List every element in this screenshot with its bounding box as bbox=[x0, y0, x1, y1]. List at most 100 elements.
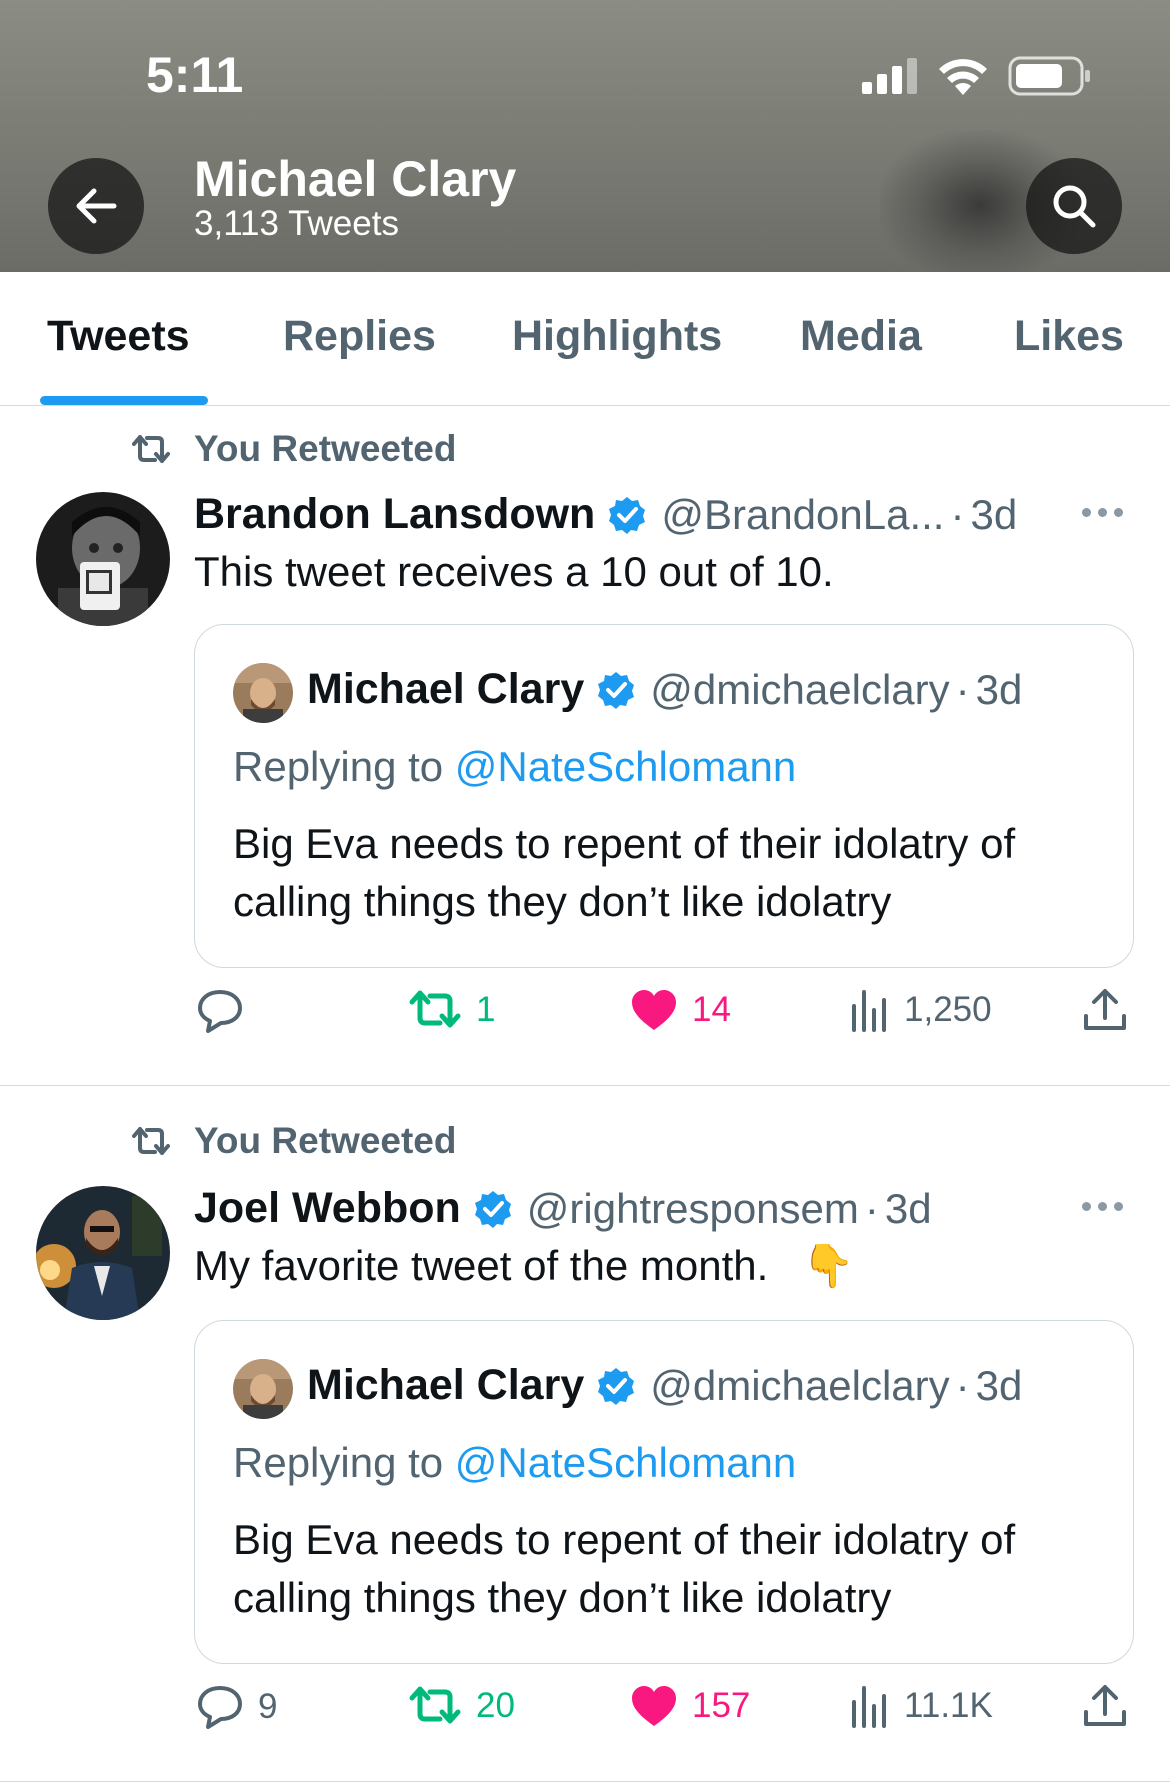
like-count: 157 bbox=[692, 1686, 751, 1725]
separator-dot: · bbox=[955, 1361, 970, 1409]
dot-icon bbox=[1098, 1202, 1107, 1211]
dot-icon bbox=[1114, 508, 1123, 517]
tweet-time[interactable]: 3d bbox=[885, 1185, 932, 1233]
replying-to-mention[interactable]: @NateSchlomann bbox=[455, 1439, 796, 1486]
tweet-item[interactable]: You Retweeted Joel Webbon @rightresponse… bbox=[0, 1102, 1170, 1782]
quoted-author-name: Michael Clary bbox=[307, 1361, 585, 1409]
active-tab-indicator bbox=[40, 396, 208, 405]
dot-icon bbox=[1114, 1202, 1123, 1211]
reply-icon bbox=[198, 990, 242, 1033]
verified-badge-icon bbox=[596, 670, 636, 710]
reply-button[interactable] bbox=[196, 988, 258, 1034]
like-button[interactable]: 14 bbox=[630, 988, 731, 1032]
tweet-text-body: My favorite tweet of the month. bbox=[194, 1242, 769, 1289]
author-name[interactable]: Joel Webbon bbox=[194, 1184, 461, 1233]
quoted-avatar bbox=[233, 1359, 293, 1419]
separator-dot: · bbox=[864, 1184, 879, 1232]
quoted-time: 3d bbox=[975, 665, 1023, 713]
pointing-down-emoji-icon: 👇 bbox=[801, 1242, 855, 1289]
quoted-author-name: Michael Clary bbox=[307, 665, 585, 713]
retweet-label: You Retweeted bbox=[194, 1120, 457, 1161]
separator-dot: · bbox=[950, 490, 965, 538]
tweet-count: 3,113 Tweets bbox=[194, 204, 399, 243]
like-button[interactable]: 157 bbox=[630, 1684, 750, 1728]
author-name[interactable]: Brandon Lansdown bbox=[194, 490, 595, 539]
share-icon bbox=[1084, 989, 1126, 1030]
retweet-count: 20 bbox=[476, 1686, 515, 1725]
more-options-button[interactable] bbox=[1082, 508, 1123, 517]
retweet-label: You Retweeted bbox=[194, 428, 457, 469]
tweet-text: This tweet receives a 10 out of 10. bbox=[194, 548, 834, 595]
search-icon bbox=[1053, 185, 1096, 228]
tweet-divider bbox=[0, 1781, 1170, 1782]
dot-icon bbox=[1082, 508, 1091, 517]
profile-name: Michael Clary bbox=[194, 151, 517, 207]
quoted-time: 3d bbox=[975, 1361, 1023, 1409]
separator-dot: · bbox=[955, 665, 970, 713]
quoted-text: Big Eva needs to repent of their idolatr… bbox=[233, 1516, 1016, 1621]
like-count: 14 bbox=[692, 990, 731, 1029]
quoted-handle: @dmichaelclary bbox=[650, 1361, 950, 1409]
reply-icon bbox=[198, 1686, 242, 1729]
search-button[interactable] bbox=[1026, 158, 1122, 254]
retweet-indicator: You Retweeted bbox=[130, 1120, 456, 1162]
arrow-left-icon bbox=[76, 188, 117, 224]
quoted-handle: @dmichaelclary bbox=[650, 665, 950, 713]
verified-badge-icon bbox=[607, 495, 647, 535]
more-options-button[interactable] bbox=[1082, 1202, 1123, 1211]
tab-replies[interactable]: Replies bbox=[283, 312, 436, 361]
author-handle[interactable]: @BrandonLa... bbox=[661, 491, 944, 539]
battery-icon bbox=[1008, 56, 1090, 96]
retweet-indicator: You Retweeted bbox=[130, 428, 456, 470]
retweet-icon bbox=[409, 1686, 461, 1724]
replying-to: Replying to @NateSchlomann bbox=[233, 1439, 796, 1487]
tweet-meta: Brandon Lansdown @BrandonLa... · 3d bbox=[194, 490, 1017, 539]
status-icons bbox=[862, 56, 1092, 96]
cellular-signal-icon bbox=[862, 58, 917, 94]
analytics-icon bbox=[852, 990, 886, 1032]
views-button[interactable]: 1,250 bbox=[850, 988, 992, 1032]
tweet-item[interactable]: You Retweeted Brandon Lansdown @BrandonL… bbox=[0, 406, 1170, 1086]
heart-icon bbox=[632, 1686, 676, 1726]
author-handle[interactable]: @rightresponsem bbox=[527, 1185, 859, 1233]
tweet-text: My favorite tweet of the month. 👇 bbox=[194, 1242, 854, 1291]
status-time: 5:11 bbox=[146, 47, 244, 103]
avatar[interactable] bbox=[36, 492, 170, 626]
profile-tabs: Tweets Replies Highlights Media Likes bbox=[0, 272, 1170, 406]
share-button[interactable] bbox=[1082, 988, 1128, 1034]
verified-badge-icon bbox=[596, 1366, 636, 1406]
replying-prefix: Replying to bbox=[233, 1439, 444, 1486]
share-button[interactable] bbox=[1082, 1684, 1128, 1730]
profile-header: 5:11 Michael Clary 3,113 Tweets bbox=[0, 0, 1170, 272]
tab-media[interactable]: Media bbox=[800, 312, 922, 361]
quoted-tweet[interactable]: Michael Clary @dmichaelclary · 3d Replyi… bbox=[194, 624, 1134, 968]
tweet-actions: 1 14 1,250 bbox=[0, 988, 1170, 1048]
replying-prefix: Replying to bbox=[233, 743, 444, 790]
retweet-count: 1 bbox=[476, 990, 496, 1029]
tweet-divider bbox=[0, 1085, 1170, 1086]
tab-likes[interactable]: Likes bbox=[1014, 312, 1124, 361]
tab-tweets[interactable]: Tweets bbox=[47, 312, 190, 361]
tab-highlights[interactable]: Highlights bbox=[512, 312, 722, 361]
avatar[interactable] bbox=[36, 1186, 170, 1320]
share-icon bbox=[1084, 1685, 1126, 1726]
quoted-tweet[interactable]: Michael Clary @dmichaelclary · 3d Replyi… bbox=[194, 1320, 1134, 1664]
views-button[interactable]: 11.1K bbox=[850, 1684, 993, 1728]
tweet-meta: Joel Webbon @rightresponsem · 3d bbox=[194, 1184, 932, 1233]
wifi-icon bbox=[939, 59, 987, 95]
tweet-time[interactable]: 3d bbox=[970, 491, 1017, 539]
quoted-meta: Michael Clary @dmichaelclary · 3d bbox=[307, 665, 1022, 714]
retweet-icon bbox=[409, 990, 461, 1028]
dot-icon bbox=[1082, 1202, 1091, 1211]
replying-to-mention[interactable]: @NateSchlomann bbox=[455, 743, 796, 790]
tweet-actions: 9 20 157 11.1K bbox=[0, 1684, 1170, 1744]
back-button[interactable] bbox=[48, 158, 144, 254]
retweet-button[interactable]: 20 bbox=[408, 1684, 515, 1728]
verified-badge-icon bbox=[473, 1189, 513, 1229]
quoted-text: Big Eva needs to repent of their idolatr… bbox=[233, 820, 1016, 925]
view-count: 11.1K bbox=[904, 1686, 993, 1725]
reply-button[interactable]: 9 bbox=[196, 1684, 277, 1730]
retweet-button[interactable]: 1 bbox=[408, 988, 495, 1032]
analytics-icon bbox=[852, 1686, 886, 1728]
replying-to: Replying to @NateSchlomann bbox=[233, 743, 796, 791]
